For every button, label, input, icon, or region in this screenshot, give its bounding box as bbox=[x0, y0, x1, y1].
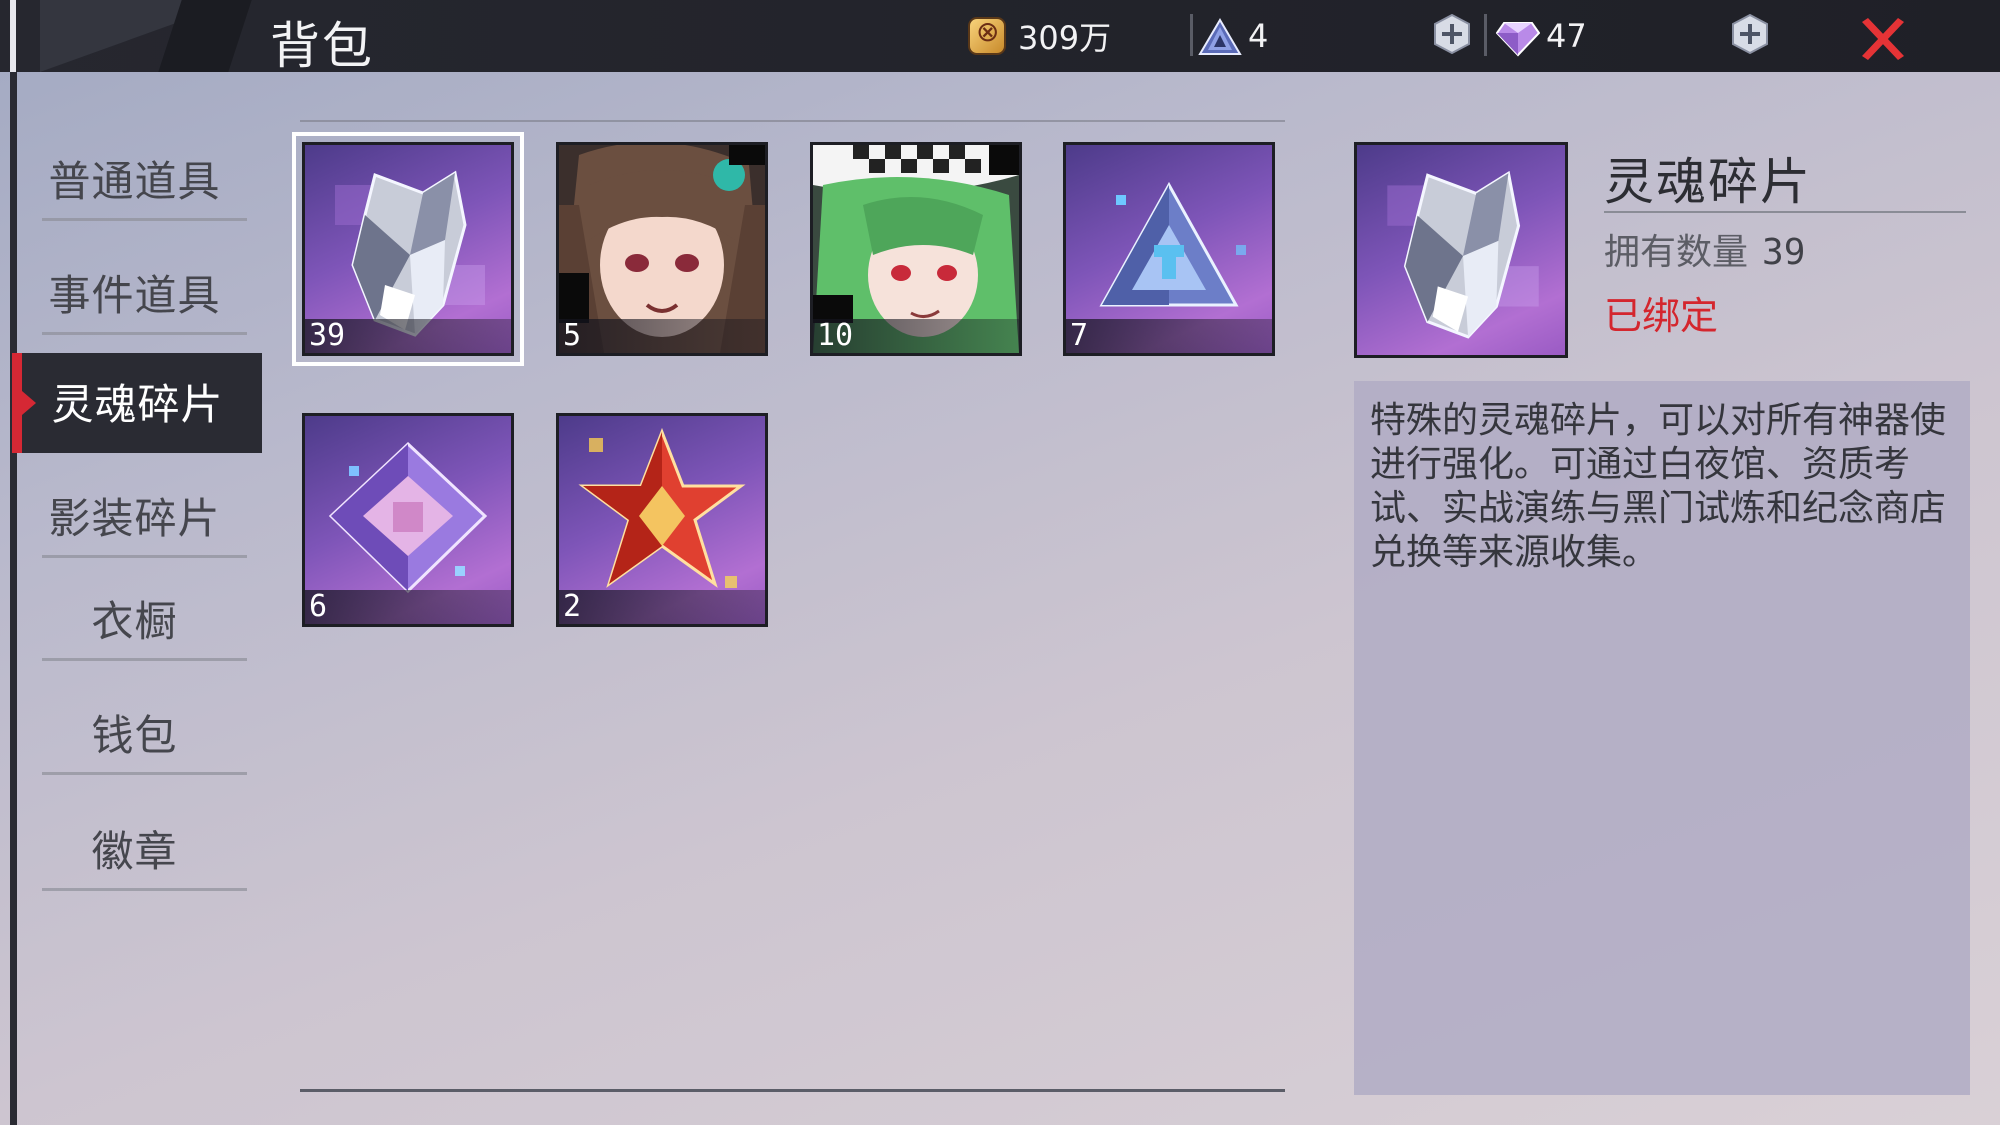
description-panel: 特殊的灵魂碎片，可以对所有神器使进行强化。可通过白夜馆、资质考试、实战演练与黑门… bbox=[1354, 381, 1970, 1095]
divider bbox=[1604, 211, 1966, 213]
stamina-value: 4 bbox=[1248, 17, 1269, 55]
owned-count-row: 拥有数量 39 bbox=[1604, 223, 1805, 275]
sidebar-item-normal[interactable]: 普通道具 bbox=[17, 130, 252, 230]
grid-bottom-divider bbox=[300, 1089, 1285, 1092]
gold-coin-icon bbox=[968, 15, 1006, 55]
add-stamina-button[interactable] bbox=[1432, 14, 1472, 54]
sidebar-item-label: 普通道具 bbox=[48, 157, 221, 206]
close-x-icon bbox=[1862, 18, 1904, 60]
sidebar-item-label: 徽章 bbox=[91, 827, 178, 876]
inventory-item[interactable]: 10 bbox=[810, 142, 1022, 356]
diamond-icon bbox=[1495, 17, 1541, 57]
sidebar-item-label: 影装碎片 bbox=[48, 494, 221, 543]
item-count: 6 bbox=[309, 589, 328, 624]
crystal-shard-icon bbox=[1387, 170, 1539, 339]
count-bar bbox=[1066, 319, 1272, 353]
inventory-item[interactable]: 6 bbox=[302, 413, 514, 627]
divider bbox=[42, 555, 247, 558]
item-count: 10 bbox=[817, 318, 854, 353]
sidebar-item-label: 衣橱 bbox=[91, 597, 178, 646]
left-accent-bar bbox=[10, 0, 16, 72]
owned-count: 39 bbox=[1762, 232, 1806, 273]
inventory-item[interactable]: 7 bbox=[1063, 142, 1275, 356]
count-bar bbox=[559, 590, 765, 624]
detail-item-name: 灵魂碎片 bbox=[1604, 153, 1812, 211]
bound-status: 已绑定 bbox=[1604, 294, 1719, 338]
sidebar-item-label: 钱包 bbox=[91, 711, 178, 760]
sidebar-item-label: 灵魂碎片 bbox=[51, 380, 224, 429]
sidebar-item-badges[interactable]: 徽章 bbox=[17, 800, 252, 900]
divider bbox=[42, 772, 247, 775]
grid-top-divider bbox=[300, 120, 1285, 122]
count-bar bbox=[559, 319, 765, 353]
sidebar-item-soul-fragments[interactable]: 灵魂碎片 bbox=[12, 353, 262, 453]
left-rail bbox=[10, 72, 17, 1125]
gold-value: 309万 bbox=[1018, 19, 1112, 57]
sidebar-item-wardrobe[interactable]: 衣橱 bbox=[17, 570, 252, 670]
inventory-item[interactable]: 2 bbox=[556, 413, 768, 627]
page-title: 背包 bbox=[270, 17, 374, 75]
divider bbox=[42, 658, 247, 661]
pyramid-crystal-icon bbox=[1198, 17, 1242, 55]
diamond-counter: 47 bbox=[1495, 12, 1587, 60]
divider bbox=[42, 888, 247, 891]
inventory-item[interactable]: 39 bbox=[292, 132, 524, 366]
close-button[interactable] bbox=[1858, 14, 1908, 64]
item-count: 2 bbox=[563, 589, 582, 624]
currency-separator bbox=[1484, 14, 1487, 56]
item-count: 5 bbox=[563, 318, 582, 353]
divider bbox=[42, 332, 247, 335]
item-description: 特殊的灵魂碎片，可以对所有神器使进行强化。可通过白夜馆、资质考试、实战演练与黑门… bbox=[1370, 400, 1947, 573]
inventory-item[interactable]: 5 bbox=[556, 142, 768, 356]
item-count: 7 bbox=[1070, 318, 1089, 353]
sidebar-item-shadow-fragments[interactable]: 影装碎片 bbox=[17, 467, 252, 567]
diamond-value: 47 bbox=[1546, 17, 1587, 55]
count-bar bbox=[305, 590, 511, 624]
item-count: 39 bbox=[309, 318, 346, 353]
owned-label: 拥有数量 bbox=[1604, 232, 1749, 273]
detail-item-icon bbox=[1354, 142, 1568, 358]
divider bbox=[42, 218, 247, 221]
add-diamond-button[interactable] bbox=[1730, 14, 1770, 54]
stamina-counter: 4 bbox=[1198, 12, 1268, 60]
sidebar-item-wallet[interactable]: 钱包 bbox=[17, 684, 252, 784]
sidebar-item-label: 事件道具 bbox=[48, 271, 221, 320]
sidebar-item-event[interactable]: 事件道具 bbox=[17, 244, 252, 344]
gold-counter: 309万 bbox=[968, 12, 1111, 60]
currency-separator bbox=[1190, 14, 1193, 56]
